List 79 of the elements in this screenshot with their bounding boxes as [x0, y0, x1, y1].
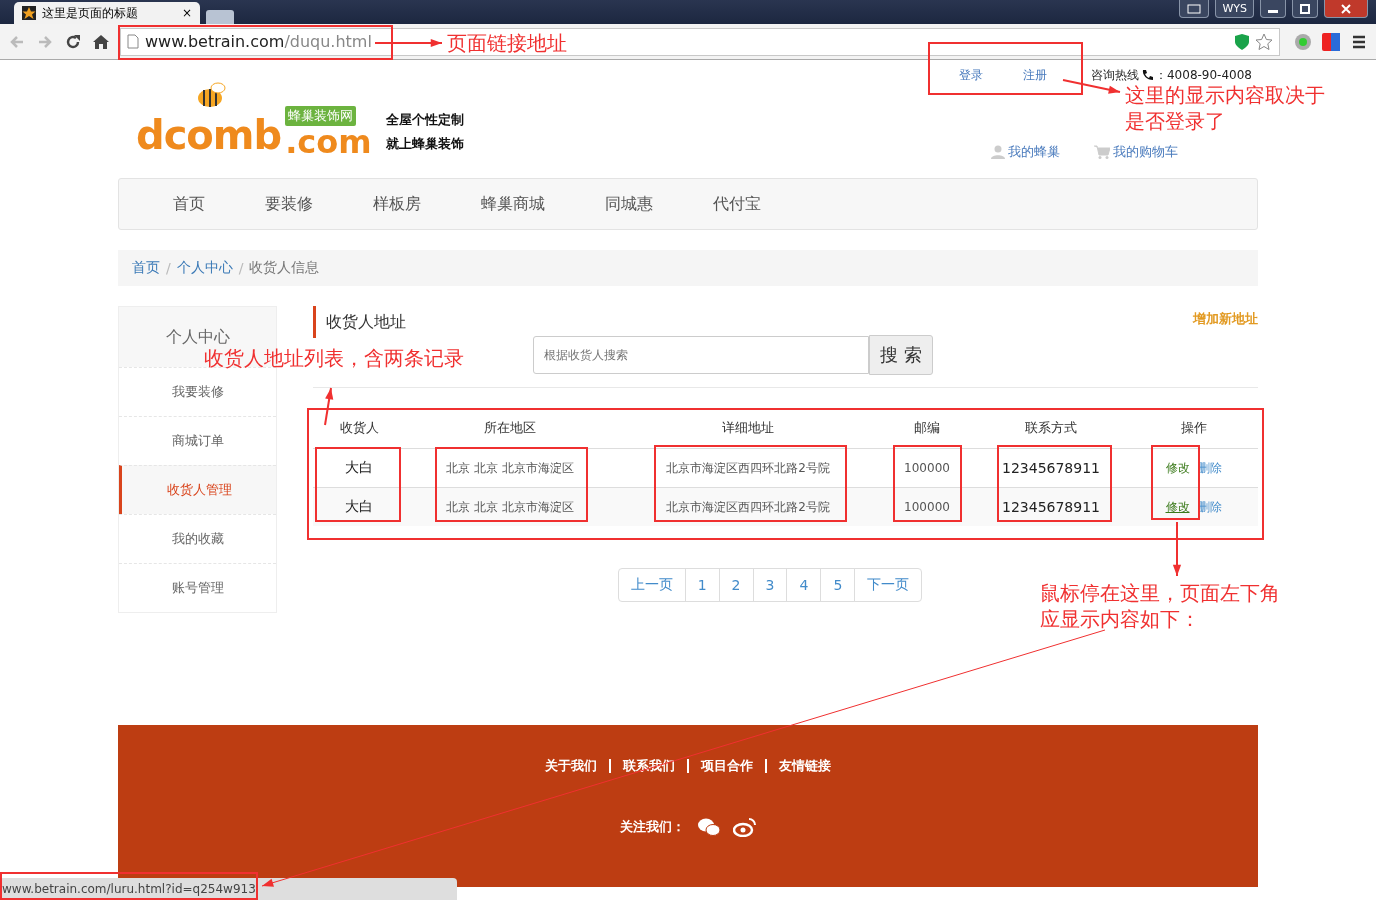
extension-icon[interactable]: [1322, 32, 1340, 51]
search-button[interactable]: 搜 索: [869, 335, 933, 375]
annotation-text: 应显示内容如下：: [1040, 606, 1200, 632]
footer-link[interactable]: 联系我们: [623, 757, 675, 775]
slogan-text: 全屋个性定制: [385, 111, 464, 129]
logo-wordmark: dcomb: [136, 112, 282, 158]
person-icon: [991, 145, 1005, 159]
nav-item[interactable]: 要装修: [235, 193, 343, 215]
breadcrumb-link[interactable]: 首页: [132, 259, 160, 277]
status-bar: www.betrain.com/luru.html?id=q254w913: [0, 878, 457, 900]
close-button[interactable]: [1324, 0, 1368, 18]
breadcrumb-separator: /: [166, 260, 171, 276]
page-button[interactable]: 上一页: [617, 568, 686, 602]
table-cell: 100000: [881, 487, 973, 526]
annotation-arrow: [324, 387, 334, 426]
tab-close-button[interactable]: ×: [181, 6, 192, 20]
shield-icon[interactable]: [1233, 32, 1251, 51]
sidebar-item[interactable]: 我的收藏: [119, 514, 276, 563]
annotation-arrow: [374, 38, 443, 48]
maximize-icon: [1300, 3, 1310, 14]
minimize-icon: [1268, 10, 1278, 13]
table-cell: 12345678911: [973, 487, 1129, 526]
profile-button[interactable]: WYS: [1215, 0, 1254, 18]
home-icon[interactable]: [92, 32, 110, 51]
page-button[interactable]: 2: [718, 568, 754, 602]
phone-icon: [1141, 69, 1153, 81]
footer-link[interactable]: 友情链接: [779, 757, 831, 775]
breadcrumb-separator: /: [238, 260, 244, 276]
page-button[interactable]: 下一页: [854, 568, 923, 602]
annotation-text: 页面链接地址: [447, 30, 567, 56]
sidebar-item[interactable]: 账号管理: [119, 563, 276, 612]
nav-item[interactable]: 样板房: [343, 193, 451, 215]
table-cell: 北京 北京 北京市海淀区: [405, 487, 615, 526]
eye-logo-icon[interactable]: [732, 817, 757, 837]
edit-link[interactable]: 修改: [1165, 460, 1190, 475]
minimize-button[interactable]: [1260, 0, 1286, 18]
browser-tab[interactable]: 这里是页面的标题 ×: [14, 2, 200, 24]
breadcrumb-current: 收货人信息: [249, 259, 320, 277]
footer-link[interactable]: 项目合作: [701, 757, 753, 775]
hotline-number: ：4008-90-4008: [1155, 66, 1252, 84]
edit-link[interactable]: 修改: [1165, 499, 1190, 514]
user-link[interactable]: 我的蜂巢: [991, 143, 1060, 161]
chat-bubbles-icon[interactable]: [696, 817, 721, 837]
search-field[interactable]: 根据收货人搜索: [533, 336, 869, 374]
annotation-arrow: [1172, 521, 1182, 577]
follow-label: 关注我们：: [619, 818, 685, 836]
star-icon: [22, 6, 36, 20]
reload-icon[interactable]: [64, 32, 82, 51]
logo-badge: 蜂巢装饰网: [285, 106, 357, 126]
cart-icon: [1094, 145, 1110, 159]
slogan-text: 就上蜂巢装饰: [385, 135, 464, 153]
page-button[interactable]: 4: [786, 568, 822, 602]
annotation-text: 这里的显示内容取决于: [1125, 82, 1325, 108]
window-icon: [1187, 3, 1202, 14]
page-button[interactable]: 1: [684, 568, 720, 602]
breadcrumb-link[interactable]: 个人中心: [176, 259, 233, 277]
annotation-text: 鼠标停在这里，页面左下角: [1040, 580, 1280, 606]
table-cell: 大白: [313, 487, 405, 526]
window-button[interactable]: [1179, 0, 1210, 18]
footer-link[interactable]: 关于我们: [545, 757, 597, 775]
close-icon: [1341, 3, 1351, 14]
section-title: 收货人地址: [313, 306, 406, 338]
page-icon: [127, 34, 139, 49]
bookmark-star-icon[interactable]: [1255, 32, 1273, 51]
nav-item[interactable]: 蜂巢商城: [451, 193, 575, 215]
nav-item[interactable]: 代付宝: [683, 193, 791, 215]
nav-item[interactable]: 首页: [143, 193, 235, 215]
user-link[interactable]: 我的购物车: [1094, 143, 1178, 161]
hotline-label: 咨询热线: [1091, 66, 1139, 84]
maximize-button[interactable]: [1292, 0, 1318, 18]
header-link[interactable]: 登录: [959, 66, 983, 84]
page-button[interactable]: 5: [820, 568, 856, 602]
table-cell: 北京市海淀区西四环北路2号院: [615, 487, 881, 526]
logo-domain: .com: [285, 126, 372, 158]
header-link[interactable]: 注册: [1023, 66, 1047, 84]
nav-item[interactable]: 同城惠: [575, 193, 683, 215]
sidebar-item[interactable]: 收货人管理: [119, 465, 276, 514]
annotation-arrow: [1062, 79, 1121, 94]
annotation-text: 是否登录了: [1125, 108, 1225, 134]
